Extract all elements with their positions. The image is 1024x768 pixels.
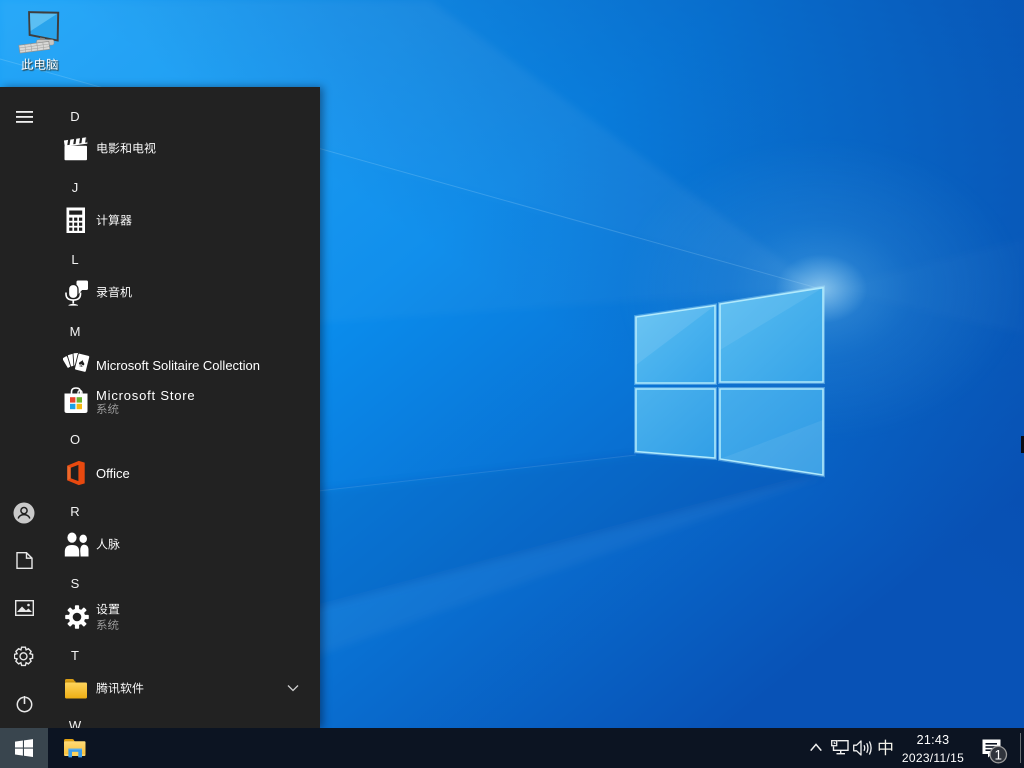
svg-text:1: 1: [995, 747, 1003, 762]
